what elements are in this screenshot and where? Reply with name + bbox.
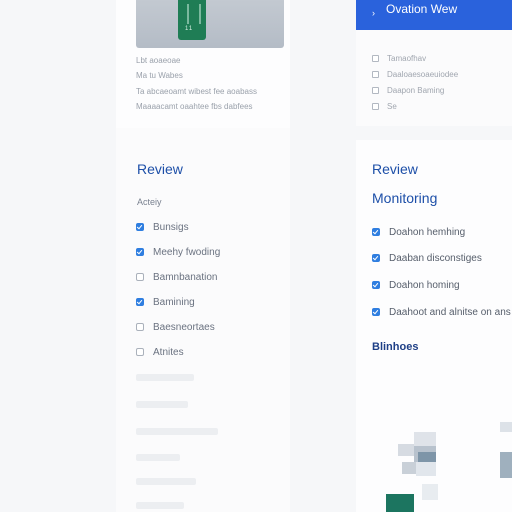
checkbox-unchecked-icon[interactable] <box>372 102 379 110</box>
checkbox-unchecked-icon[interactable] <box>136 348 144 356</box>
review-title: Review <box>372 161 418 177</box>
checkbox-unchecked-icon[interactable] <box>372 54 379 62</box>
left-panel-card: 11 Lbt aoaeoae Ma tu Wabes Ta abcaeoamt … <box>116 0 290 512</box>
overview-item-label: Se <box>387 101 397 111</box>
monitoring-item-label: Doahon homing <box>389 279 460 291</box>
checkbox-unchecked-icon[interactable] <box>136 273 144 281</box>
monitoring-item-label: Daahoot and alnitse on ans <box>389 306 511 318</box>
checkbox-checked-icon[interactable] <box>136 298 144 306</box>
caption-line: Ma tu Wabes <box>136 71 183 80</box>
review-title: Review <box>137 161 183 177</box>
overview-item-label: Tamaofhav <box>387 53 427 63</box>
checklist-item[interactable]: Bamining <box>136 296 195 308</box>
checklist-item[interactable]: Atnites <box>136 346 184 358</box>
overview-title: Ovation Wew <box>386 2 458 16</box>
checkbox-unchecked-icon[interactable] <box>136 323 144 331</box>
checklist-label: Bamnbanation <box>153 271 218 283</box>
placeholder-row <box>136 478 196 485</box>
monitoring-title: Monitoring <box>372 190 438 206</box>
overview-item-label: Daapon Baming <box>387 85 445 95</box>
checklist-label: Baesneortaes <box>153 321 215 333</box>
caption-line: Ta abcaeoamt wibest fee aoabass <box>136 87 257 96</box>
placeholder-row <box>136 502 184 509</box>
preview-image[interactable]: 11 <box>136 0 284 48</box>
section-link[interactable]: Blinhoes <box>372 341 418 353</box>
checklist-label: Bamining <box>153 296 195 308</box>
placeholder-row <box>136 454 180 461</box>
device-thumbnail-icon: 11 <box>178 0 206 40</box>
overview-item[interactable]: Daaloaesoaeuiodee <box>372 69 458 79</box>
monitoring-item[interactable]: Daahoot and alnitse on ans <box>372 306 511 318</box>
checklist-label: Meehy fwoding <box>153 246 221 258</box>
checkbox-checked-icon[interactable] <box>136 248 144 256</box>
overview-item[interactable]: Se <box>372 101 397 111</box>
monitoring-item[interactable]: Daaban disconstiges <box>372 252 482 264</box>
activity-label: Acteiy <box>137 197 162 207</box>
monitoring-item[interactable]: Doahon hemhing <box>372 226 465 238</box>
placeholder-row <box>136 428 218 435</box>
checkbox-checked-icon[interactable] <box>372 254 380 262</box>
preview-section: 11 Lbt aoaeoae Ma tu Wabes Ta abcaeoamt … <box>116 0 290 128</box>
chevron-right-icon: › <box>372 8 375 18</box>
overview-card: › Ovation Wew Tamaofhav Daaloaesoaeuiode… <box>356 0 512 126</box>
checkbox-checked-icon[interactable] <box>372 228 380 236</box>
checklist-item[interactable]: Meehy fwoding <box>136 246 220 258</box>
checklist-item[interactable]: Bamnbanation <box>136 271 218 283</box>
monitoring-card: Review Monitoring Doahon hemhing Daaban … <box>356 140 512 512</box>
checklist-item[interactable]: Bunsigs <box>136 221 189 233</box>
checkbox-checked-icon[interactable] <box>372 281 380 289</box>
monitoring-item[interactable]: Doahon homing <box>372 279 460 291</box>
checkbox-checked-icon[interactable] <box>136 223 144 231</box>
overview-item-label: Daaloaesoaeuiodee <box>387 69 459 79</box>
device-label: 11 <box>185 26 194 32</box>
overview-header[interactable]: › Ovation Wew <box>356 0 512 30</box>
checkbox-unchecked-icon[interactable] <box>372 86 379 94</box>
placeholder-row <box>136 374 194 381</box>
checklist-label: Bunsigs <box>153 221 189 233</box>
checkbox-checked-icon[interactable] <box>372 308 380 316</box>
monitoring-item-label: Doahon hemhing <box>389 226 466 238</box>
placeholder-row <box>136 401 188 408</box>
checklist-label: Atnites <box>153 346 184 358</box>
checkbox-unchecked-icon[interactable] <box>372 70 379 78</box>
checklist-item[interactable]: Baesneortaes <box>136 321 215 333</box>
caption-line: Maaaacamt oaahtee fbs dabfees <box>136 102 253 111</box>
caption-line: Lbt aoaeoae <box>136 56 181 65</box>
monitoring-item-label: Daaban disconstiges <box>389 252 482 264</box>
overview-item[interactable]: Daapon Baming <box>372 85 444 95</box>
overview-item[interactable]: Tamaofhav <box>372 53 426 63</box>
